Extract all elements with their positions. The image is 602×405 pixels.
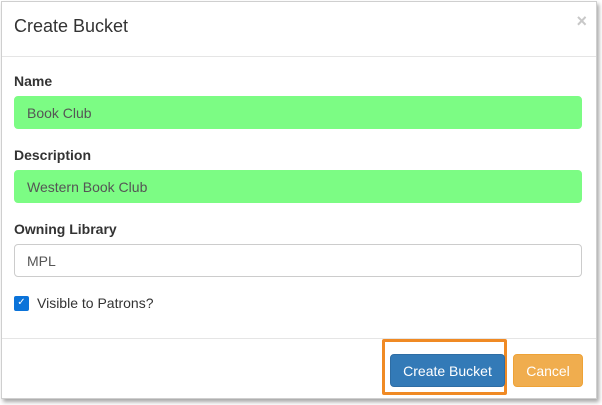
footer-divider: [2, 338, 596, 339]
owning-library-label: Owning Library: [14, 221, 117, 237]
description-label: Description: [14, 147, 92, 163]
visible-to-patrons-row[interactable]: ✓ Visible to Patrons?: [14, 295, 153, 311]
name-input[interactable]: [14, 96, 582, 129]
description-input[interactable]: [14, 170, 582, 203]
create-bucket-button[interactable]: Create Bucket: [390, 354, 505, 387]
close-icon[interactable]: ×: [576, 12, 587, 30]
dialog-title: Create Bucket: [14, 16, 129, 36]
name-label: Name: [14, 73, 53, 89]
dialog-header: Create Bucket ×: [2, 2, 596, 57]
visible-to-patrons-label: Visible to Patrons?: [37, 295, 154, 311]
checkmark-icon: ✓: [17, 297, 26, 308]
visible-to-patrons-checkbox[interactable]: ✓: [14, 295, 29, 311]
create-bucket-dialog: Create Bucket × Name Description Owning …: [1, 1, 597, 399]
cancel-button[interactable]: Cancel: [513, 354, 583, 387]
owning-library-input[interactable]: [14, 244, 582, 277]
